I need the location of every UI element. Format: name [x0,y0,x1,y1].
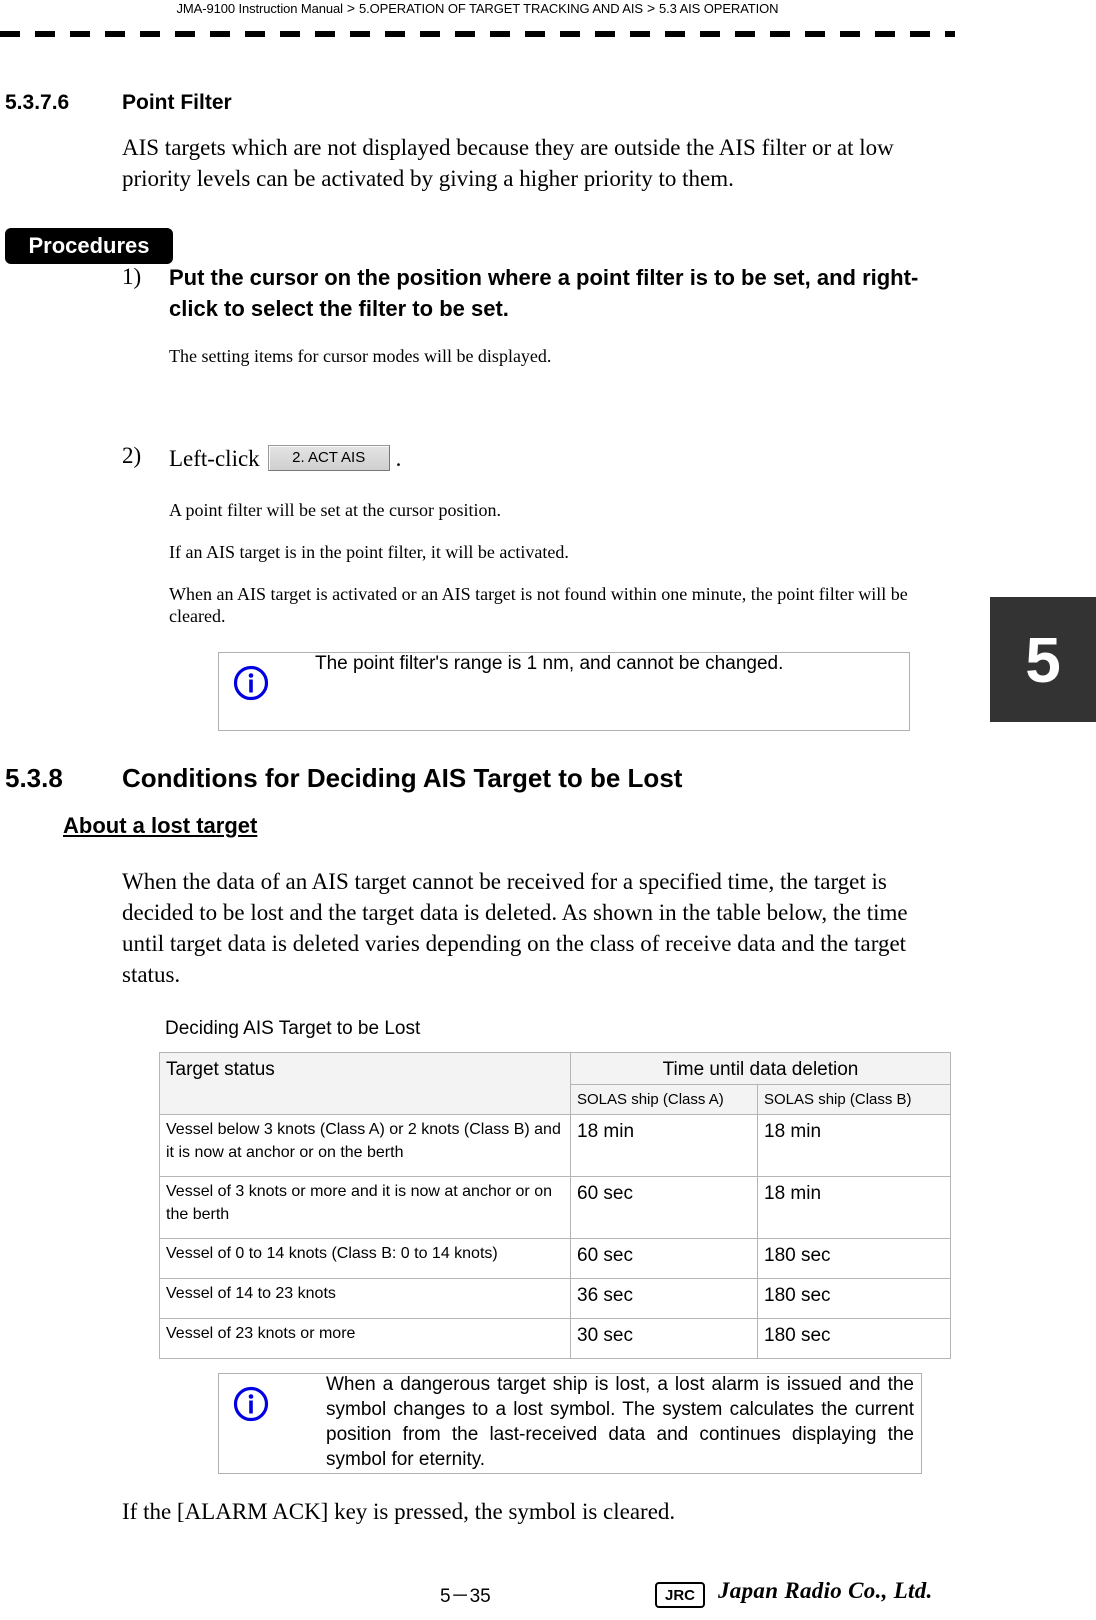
step-number: 1) [122,264,142,289]
info-note: The point filter's range is 1 nm, and ca… [218,652,910,731]
section-number: 5.3.8 [5,763,63,793]
cell-class-b: 18 min [757,1176,951,1239]
cell-class-a: 60 sec [570,1176,758,1239]
table-row: Vessel of 3 knots or more and it is now … [159,1176,951,1239]
info-text: When a dangerous target ship is lost, a … [326,1374,914,1470]
cell-status: Vessel of 3 knots or more and it is now … [159,1176,571,1239]
cell-class-a: 30 sec [570,1318,758,1359]
breadcrumb-item-section[interactable]: 5.3 AIS OPERATION [659,1,779,16]
cell-status: Vessel of 23 knots or more [159,1318,571,1359]
info-text: The point filter's range is 1 nm, and ca… [315,653,784,674]
cell-class-a: 18 min [570,1114,758,1177]
cell-status: Vessel of 0 to 14 knots (Class B: 0 to 1… [159,1238,571,1279]
section-title: Conditions for Deciding AIS Target to be… [122,763,683,793]
breadcrumb-separator: > [646,0,656,16]
cell-class-b: 180 sec [757,1238,951,1279]
header-divider [0,31,955,37]
step-note: If an AIS target is in the point filter,… [169,542,569,562]
section-intro: AIS targets which are not displayed beca… [122,135,894,191]
header-target-status: Target status [159,1052,571,1115]
section-number: 5.3.7.6 [5,91,70,114]
header-class-a: SOLAS ship (Class A) [570,1084,758,1115]
step-note: When an AIS target is activated or an AI… [169,584,908,626]
table-row: Vessel of 23 knots or more 30 sec 180 se… [159,1318,951,1359]
section-intro: When the data of an AIS target cannot be… [122,869,908,987]
step-instruction: Left-click 2. ACT AIS. [169,443,401,474]
info-icon [233,665,269,701]
cell-class-a: 36 sec [570,1278,758,1319]
step-note: A point filter will be set at the cursor… [169,500,501,520]
breadcrumb: JMA-9100 Instruction Manual >5.OPERATION … [0,0,955,16]
step-text-end: . [395,446,402,471]
lost-target-table: Target status Time until data deletion S… [159,1052,951,1359]
step-note: The setting items for cursor modes will … [169,346,552,366]
breadcrumb-separator: > [346,0,355,16]
cell-class-b: 18 min [757,1114,951,1177]
subheading: About a lost target [63,813,258,838]
jrc-logo: JRC [655,1582,705,1608]
company-name: Japan Radio Co., Ltd. [718,1578,933,1603]
cell-class-b: 180 sec [757,1278,951,1319]
page-number: 5－35 [440,1586,491,1607]
procedures-badge: Procedures [5,228,173,264]
step-text: Left-click [169,446,260,471]
section-title: Point Filter [122,91,232,114]
breadcrumb-item-manual[interactable]: JMA-9100 Instruction Manual [177,1,343,16]
table-row: Vessel of 0 to 14 knots (Class B: 0 to 1… [159,1238,951,1279]
table-row: Vessel below 3 knots (Class A) or 2 knot… [159,1114,951,1177]
act-ais-button[interactable]: 2. ACT AIS [267,445,390,471]
header-time-until-deletion: Time until data deletion [570,1052,951,1085]
breadcrumb-item-chapter[interactable]: 5.OPERATION OF TARGET TRACKING AND AIS [359,1,643,16]
cell-class-b: 180 sec [757,1318,951,1359]
cell-status: Vessel below 3 knots (Class A) or 2 knot… [159,1114,571,1177]
cell-class-a: 60 sec [570,1238,758,1279]
table-caption: Deciding AIS Target to be Lost [165,1018,421,1039]
step-instruction: Put the cursor on the position where a p… [169,265,919,321]
chapter-tab[interactable]: 5 [990,597,1096,722]
info-icon [233,1386,269,1422]
table-row: Vessel of 14 to 23 knots 36 sec 180 sec [159,1278,951,1319]
closing-text: If the [ALARM ACK] key is pressed, the s… [122,1499,676,1524]
cell-status: Vessel of 14 to 23 knots [159,1278,571,1319]
step-number: 2) [122,443,142,468]
header-class-b: SOLAS ship (Class B) [757,1084,951,1115]
info-note: When a dangerous target ship is lost, a … [218,1373,922,1474]
